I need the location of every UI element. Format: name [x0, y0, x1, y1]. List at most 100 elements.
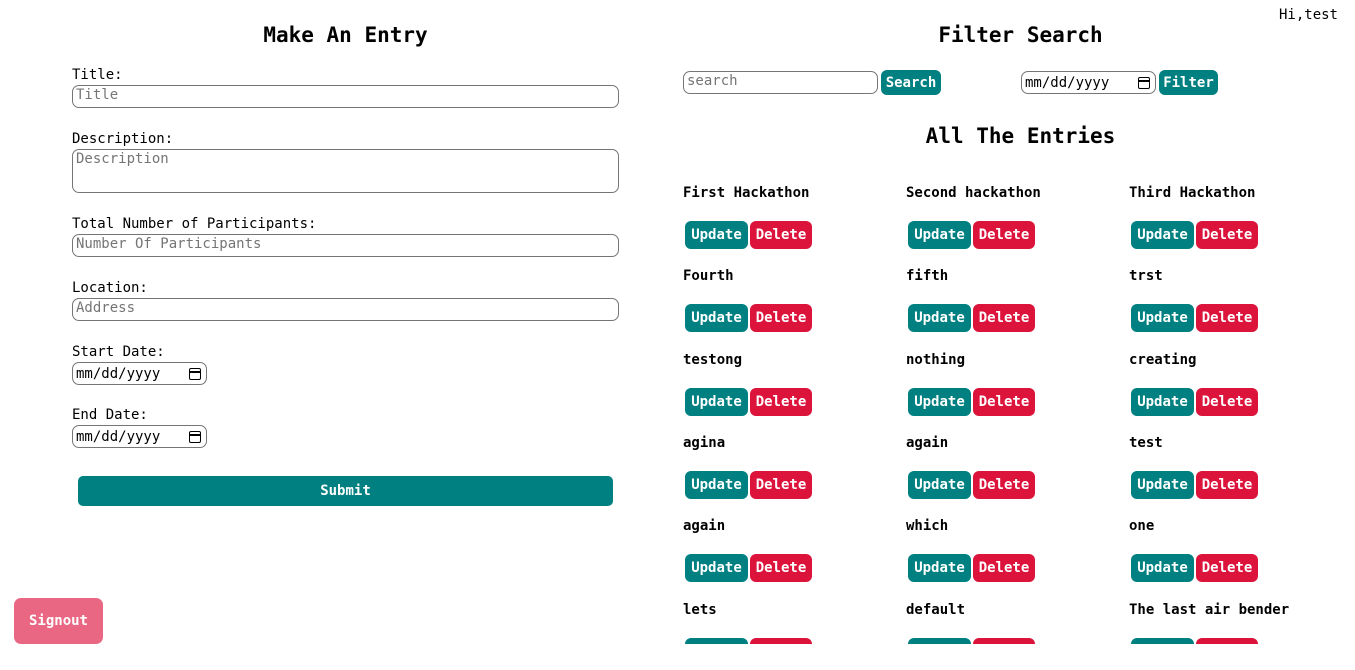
- update-button[interactable]: Update: [685, 554, 748, 582]
- update-button[interactable]: Update: [908, 471, 971, 499]
- update-button[interactable]: Update: [908, 221, 971, 249]
- delete-button[interactable]: Delete: [750, 554, 812, 582]
- delete-button[interactable]: Delete: [1196, 388, 1258, 416]
- update-button[interactable]: Update: [685, 638, 748, 644]
- entry-actions: UpdateDelete: [908, 638, 1035, 644]
- description-input[interactable]: Description: [72, 149, 619, 193]
- title-label: Title:: [72, 67, 123, 83]
- end-date-input[interactable]: mm/dd/yyyy: [72, 425, 207, 448]
- filter-date-text: mm/dd/yyyy: [1025, 74, 1110, 91]
- delete-button[interactable]: Delete: [750, 638, 812, 644]
- entry-card: creating Update Delete: [1129, 351, 1352, 434]
- delete-button[interactable]: Delete: [973, 638, 1035, 644]
- participants-label: Total Number of Participants:: [72, 216, 317, 232]
- entry-title: nothing: [906, 352, 966, 368]
- entry-actions: UpdateDelete: [685, 221, 812, 249]
- entry-actions: UpdateDelete: [1131, 304, 1258, 332]
- delete-button[interactable]: Delete: [1196, 471, 1258, 499]
- title-input[interactable]: Title: [72, 85, 619, 108]
- entry-title: lets: [683, 602, 717, 618]
- delete-button[interactable]: Delete: [973, 471, 1035, 499]
- delete-button[interactable]: Delete: [750, 471, 812, 499]
- delete-button[interactable]: Delete: [1196, 304, 1258, 332]
- update-button[interactable]: Update: [1131, 554, 1194, 582]
- update-button[interactable]: Update: [908, 388, 971, 416]
- update-button[interactable]: Update: [1131, 388, 1194, 416]
- delete-button[interactable]: Delete: [750, 304, 812, 332]
- entry-title: testong: [683, 352, 743, 368]
- update-button[interactable]: Update: [685, 388, 748, 416]
- delete-button[interactable]: Delete: [973, 304, 1035, 332]
- greeting: Hi,test: [1278, 7, 1338, 23]
- calendar-icon[interactable]: [1138, 76, 1150, 89]
- entry-actions: UpdateDelete: [685, 388, 812, 416]
- delete-button[interactable]: Delete: [973, 221, 1035, 249]
- delete-button[interactable]: Delete: [973, 554, 1035, 582]
- filter-date-input[interactable]: mm/dd/yyyy: [1021, 71, 1156, 94]
- entry-actions: UpdateDelete: [1131, 471, 1258, 499]
- entry-actions: UpdateDelete: [685, 638, 812, 644]
- entry-card: again Update Delete: [906, 434, 1129, 517]
- location-input[interactable]: Address: [72, 298, 619, 321]
- search-input[interactable]: search: [683, 71, 878, 94]
- update-button[interactable]: Update: [685, 221, 748, 249]
- entry-card: lets UpdateDelete: [683, 601, 906, 644]
- entry-title: fifth: [906, 268, 949, 284]
- entry-title: default: [906, 602, 966, 618]
- filter-button[interactable]: Filter: [1159, 70, 1218, 95]
- entry-title: one: [1129, 518, 1155, 534]
- end-date-label: End Date:: [72, 407, 148, 423]
- entry-title: Fourth: [683, 268, 734, 284]
- search-button[interactable]: Search: [881, 70, 941, 95]
- signout-button[interactable]: Signout: [14, 598, 103, 644]
- entry-card: again Update Delete: [683, 517, 906, 600]
- update-button[interactable]: Update: [1131, 638, 1194, 644]
- description-label: Description:: [72, 131, 174, 147]
- entry-card: nothing Update Delete: [906, 351, 1129, 434]
- entry-card: default UpdateDelete: [906, 601, 1129, 644]
- entry-title: agina: [683, 435, 726, 451]
- delete-button[interactable]: Delete: [1196, 638, 1258, 644]
- entry-card: Second hackathon Update Delete: [906, 184, 1129, 267]
- entry-actions: UpdateDelete: [685, 304, 812, 332]
- delete-button[interactable]: Delete: [750, 221, 812, 249]
- entry-card: testong Update Delete: [683, 351, 906, 434]
- delete-button[interactable]: Delete: [973, 388, 1035, 416]
- entry-title: which: [906, 518, 949, 534]
- entry-title: again: [683, 518, 726, 534]
- update-button[interactable]: Update: [1131, 221, 1194, 249]
- calendar-icon[interactable]: [189, 430, 201, 443]
- entry-actions: UpdateDelete: [908, 388, 1035, 416]
- entry-title: First Hackathon: [683, 185, 810, 201]
- update-button[interactable]: Update: [1131, 471, 1194, 499]
- location-label: Location:: [72, 280, 148, 296]
- update-button[interactable]: Update: [1131, 304, 1194, 332]
- entry-title: Second hackathon: [906, 185, 1041, 201]
- start-date-input[interactable]: mm/dd/yyyy: [72, 362, 207, 385]
- update-button[interactable]: Update: [685, 304, 748, 332]
- entry-card: Third Hackathon Update Delete: [1129, 184, 1352, 267]
- entry-actions: UpdateDelete: [1131, 221, 1258, 249]
- delete-button[interactable]: Delete: [1196, 554, 1258, 582]
- entry-card: First Hackathon Update Delete: [683, 184, 906, 267]
- entry-actions: UpdateDelete: [1131, 388, 1258, 416]
- entry-title: test: [1129, 435, 1163, 451]
- submit-button[interactable]: Submit: [78, 476, 613, 506]
- calendar-icon[interactable]: [189, 367, 201, 380]
- update-button[interactable]: Update: [908, 638, 971, 644]
- entry-card: agina Update Delete: [683, 434, 906, 517]
- filter-title: Filter Search: [938, 23, 1103, 47]
- participants-input[interactable]: Number Of Participants: [72, 234, 619, 257]
- entry-card: one Update Delete: [1129, 517, 1352, 600]
- entries-grid: First Hackathon Update Delete Second hackat…: [683, 184, 1355, 644]
- delete-button[interactable]: Delete: [750, 388, 812, 416]
- update-button[interactable]: Update: [908, 554, 971, 582]
- entry-title: The last air bender: [1129, 602, 1290, 618]
- update-button[interactable]: Update: [685, 471, 748, 499]
- entry-actions: UpdateDelete: [908, 221, 1035, 249]
- entry-title: creating: [1129, 352, 1197, 368]
- delete-button[interactable]: Delete: [1196, 221, 1258, 249]
- update-button[interactable]: Update: [908, 304, 971, 332]
- start-date-text: mm/dd/yyyy: [76, 365, 161, 382]
- entry-card: trst Update Delete: [1129, 267, 1352, 350]
